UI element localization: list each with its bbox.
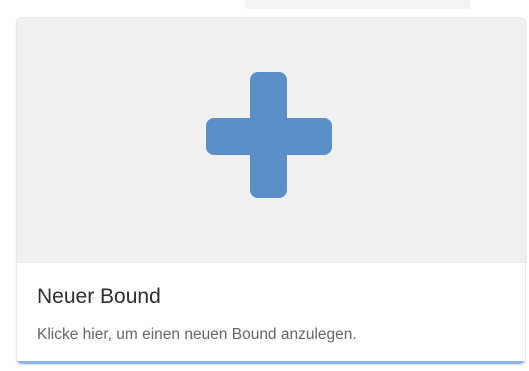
card-description: Klicke hier, um einen neuen Bound anzule… [37, 326, 357, 343]
card-body: Neuer Bound Klicke hier, um einen neuen … [17, 263, 525, 363]
plus-icon-horizontal-bar [206, 118, 332, 155]
background-strip [245, 0, 470, 9]
card-accent-bar [17, 361, 525, 364]
card-title: Neuer Bound [37, 285, 161, 308]
new-bound-card[interactable]: Neuer Bound Klicke hier, um einen neuen … [16, 17, 526, 365]
card-media [17, 18, 525, 263]
plus-icon [206, 72, 332, 198]
